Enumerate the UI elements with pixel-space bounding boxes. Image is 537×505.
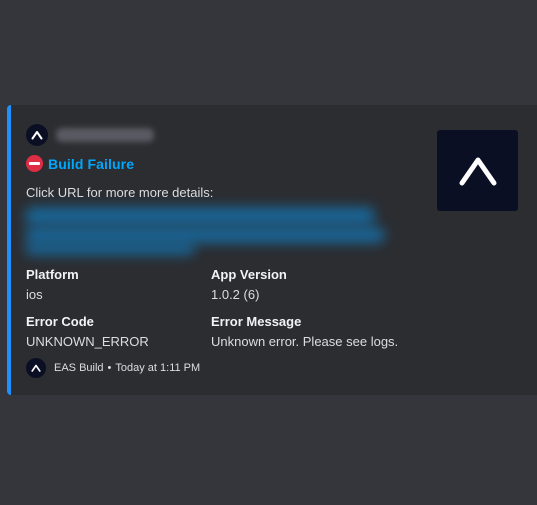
embed-thumbnail[interactable] xyxy=(437,130,518,211)
footer-timestamp: Today at 1:11 PM xyxy=(115,362,201,374)
embed-title[interactable]: Build Failure xyxy=(48,156,134,172)
expo-logo-icon xyxy=(459,157,496,185)
field-value: ios xyxy=(26,287,43,302)
embed-description: Click URL for more more details: xyxy=(26,185,214,200)
field-name: Platform xyxy=(26,267,79,282)
expo-logo-icon xyxy=(26,358,46,378)
field-value: UNKNOWN_ERROR xyxy=(26,334,149,349)
field-name: Error Code xyxy=(26,314,94,329)
field-name: App Version xyxy=(211,267,287,282)
redacted-url-link[interactable] xyxy=(25,205,385,255)
field-value: Unknown error. Please see logs. xyxy=(211,334,399,349)
field-name: Error Message xyxy=(211,314,302,329)
build-embed: Build Failure Click URL for more more de… xyxy=(7,105,537,395)
field-app-version: App Version 1.0.2 (6) xyxy=(211,267,287,302)
embed-footer: EAS Build • Today at 1:11 PM xyxy=(26,358,200,378)
author-name-redacted xyxy=(56,128,154,142)
field-platform: Platform ios xyxy=(26,267,79,302)
embed-title-row[interactable]: Build Failure xyxy=(26,155,134,172)
embed-author xyxy=(26,124,154,146)
field-error-message: Error Message Unknown error. Please see … xyxy=(211,314,398,349)
field-value: 1.0.2 (6) xyxy=(211,287,260,302)
footer-separator: • xyxy=(107,362,112,374)
expo-logo-icon xyxy=(26,124,48,146)
field-error-code: Error Code UNKNOWN_ERROR xyxy=(26,314,149,349)
no-entry-icon xyxy=(26,155,43,172)
footer-text: EAS Build xyxy=(54,362,104,374)
